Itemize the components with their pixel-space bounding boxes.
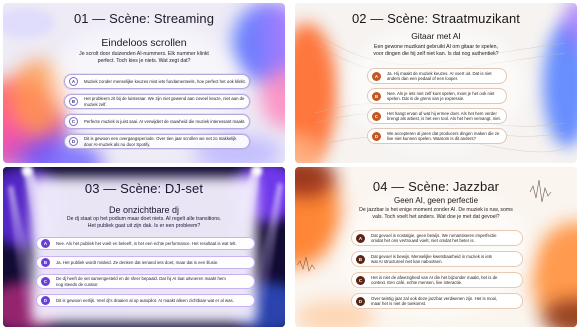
- option-letter-badge: C: [69, 117, 78, 126]
- slide-thumbnail-streaming[interactable]: 01 — Scène: Streaming Eindeloos scrollen…: [3, 3, 285, 163]
- option-text: Perfecte muziek is juist saai. AI verwij…: [84, 118, 246, 124]
- slide-prompt: De jazzbar is het enige moment zonder AI…: [359, 207, 513, 220]
- option-text: Muziek zonder menselijke keuzes mist iet…: [84, 78, 246, 84]
- option-text: Het is niet de afwezigheid van AI die he…: [371, 274, 498, 285]
- option-letter-badge: A: [356, 233, 365, 243]
- option-letter-badge: A: [41, 239, 50, 248]
- answer-option-a[interactable]: A Ja. Hij maakt de muziek keuzes. AI voe…: [367, 68, 507, 84]
- answer-option-a[interactable]: A Dat gevoel is nostalgie, geen bewijs. …: [351, 230, 523, 246]
- slide-title: 02 — Scène: Straatmuzikant: [351, 11, 521, 26]
- answer-option-b[interactable]: B Ja. Het publiek wordt misleid. Ze denk…: [36, 256, 255, 269]
- answer-option-b[interactable]: B Het probleem zit bij de luisteraar. We…: [64, 94, 250, 109]
- option-letter-badge: D: [356, 296, 365, 306]
- option-text: We accepteren al jaren dat producers din…: [387, 130, 500, 141]
- slide-prompt: Een gewone muzikant gebruikt AI om gitaa…: [373, 44, 499, 57]
- slide-title: 03 — Scène: DJ-set: [84, 181, 204, 196]
- slide-subtitle: Eindeloos scrollen: [101, 37, 187, 49]
- option-letter-badge: B: [41, 258, 50, 267]
- slide-prompt: De dj staat op het podium maar doet niet…: [66, 216, 222, 229]
- option-text: Dit is gewoon eerlijk. Veel dj's draaien…: [56, 297, 234, 303]
- slide-prompt: Je scrolt door duizenden AI-nummers. Elk…: [79, 51, 209, 64]
- option-text: Over twintig jaar zal ook deze jazzbar v…: [371, 295, 498, 306]
- option-text: Het probleem zit bij de luisteraar. We z…: [84, 96, 245, 107]
- option-text: De dj heeft de set samengesteld en de sf…: [56, 276, 226, 287]
- option-text: Dat gevoel is nostalgie, geen bewijs. We…: [371, 232, 497, 243]
- answer-option-b[interactable]: B Nee. Als je iets niet zelf kunt spelen…: [367, 88, 507, 104]
- option-letter-badge: B: [372, 91, 381, 101]
- option-letter-badge: C: [41, 277, 50, 286]
- answer-option-d[interactable]: D Dit is gewoon een overgangsperiode. Ov…: [64, 134, 250, 149]
- option-letter-badge: D: [372, 131, 381, 141]
- slide-subtitle: Gitaar met AI: [411, 31, 461, 41]
- answer-option-c[interactable]: C Het hangt ervan af wat hij ermee doet.…: [367, 108, 507, 124]
- option-letter-badge: C: [356, 275, 365, 285]
- slide-thumbnail-street-musician[interactable]: 02 — Scène: Straatmuzikant Gitaar met AI…: [295, 3, 577, 163]
- option-text: Het hangt ervan af wat hij ermee doet. A…: [387, 110, 501, 121]
- slide-thumbnail-dj-set[interactable]: 03 — Scène: DJ-set De onzichtbare dj De …: [3, 167, 285, 327]
- option-text: Dat gevoel is bewijs. Menselijke kwetsba…: [371, 253, 493, 264]
- option-letter-badge: A: [372, 71, 381, 81]
- answer-option-c[interactable]: C De dj heeft de set samengesteld en de …: [36, 274, 255, 289]
- option-letter-badge: C: [372, 111, 381, 121]
- option-text: Dit is gewoon een overgangsperiode. Over…: [84, 136, 237, 147]
- option-letter-badge: B: [69, 97, 78, 106]
- option-letter-badge: B: [356, 254, 365, 264]
- option-letter-badge: D: [69, 137, 78, 146]
- slide-subtitle: Geen AI, geen perfectie: [393, 196, 479, 205]
- option-letter-badge: A: [69, 77, 78, 86]
- option-text: Ja. Het publiek wordt misleid. Ze denken…: [56, 259, 219, 265]
- option-text: Nee. Als het publiek het voelt en beleef…: [56, 240, 237, 246]
- slide-thumbnail-jazz-bar[interactable]: 04 — Scène: Jazzbar Geen AI, geen perfec…: [295, 167, 577, 327]
- answer-option-a[interactable]: A Muziek zonder menselijke keuzes mist i…: [64, 74, 250, 89]
- answer-option-d[interactable]: D Over twintig jaar zal ook deze jazzbar…: [351, 293, 523, 309]
- option-letter-badge: D: [41, 296, 50, 305]
- slide-title: 01 — Scène: Streaming: [73, 11, 215, 26]
- slide-subtitle: De onzichtbare dj: [108, 205, 180, 215]
- answer-option-c[interactable]: C Het is niet de afwezigheid van AI die …: [351, 272, 523, 288]
- answer-option-a[interactable]: A Nee. Als het publiek het voelt en bele…: [36, 237, 255, 250]
- option-text: Ja. Hij maakt de muziek keuzes. AI voert…: [387, 70, 492, 81]
- answer-option-d[interactable]: D Dit is gewoon eerlijk. Veel dj's draai…: [36, 294, 255, 307]
- slide-title: 04 — Scène: Jazzbar: [372, 179, 500, 194]
- option-text: Nee. Als je iets niet zelf kunt spelen, …: [387, 90, 495, 101]
- answer-option-b[interactable]: B Dat gevoel is bewijs. Menselijke kwets…: [351, 251, 523, 267]
- answer-option-c[interactable]: C Perfecte muziek is juist saai. AI verw…: [64, 114, 250, 129]
- answer-option-d[interactable]: D We accepteren al jaren dat producers d…: [367, 128, 507, 144]
